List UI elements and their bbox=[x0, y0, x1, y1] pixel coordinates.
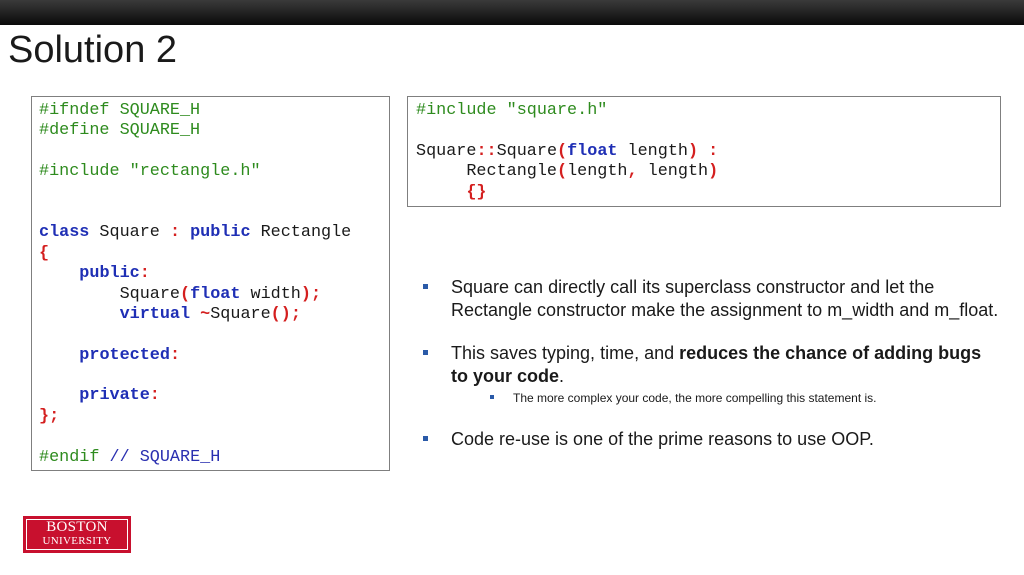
code-line: public: bbox=[39, 264, 389, 284]
code-token: :: bbox=[476, 141, 497, 161]
code-token: ( bbox=[557, 141, 568, 161]
code-token: ) bbox=[687, 141, 699, 161]
code-token: : bbox=[169, 345, 181, 365]
code-token: float bbox=[567, 141, 618, 161]
code-line: class Square : public Rectangle bbox=[39, 223, 389, 243]
code-line: private: bbox=[39, 386, 389, 406]
code-token: length bbox=[637, 162, 709, 182]
logo-line-2: UNIVERSITY bbox=[42, 535, 112, 547]
top-banner bbox=[0, 0, 1024, 25]
code-token: ~ bbox=[190, 304, 211, 324]
code-token: #ifndef SQUARE_H bbox=[39, 101, 201, 120]
code-line: }; bbox=[39, 407, 389, 427]
sub-bullet-text: The more complex your code, the more com… bbox=[513, 391, 877, 405]
code-line: { bbox=[39, 244, 389, 264]
code-token: #endif bbox=[39, 447, 100, 467]
code-token: #include "rectangle.h" bbox=[39, 162, 261, 182]
bullet-text: . bbox=[559, 366, 565, 386]
code-token: {} bbox=[466, 182, 487, 202]
code-line: {} bbox=[416, 183, 1000, 203]
code-line: Rectangle(length, length) bbox=[416, 162, 1000, 182]
sub-bullet-item: The more complex your code, the more com… bbox=[451, 390, 1002, 406]
bullet-text: Code re-use is one of the prime reasons … bbox=[451, 429, 874, 449]
code-token: public bbox=[79, 264, 140, 284]
code-token: protected bbox=[79, 345, 170, 365]
code-token: ); bbox=[300, 284, 322, 304]
code-token: : bbox=[698, 141, 719, 161]
bullet-text: Square can directly call its superclass … bbox=[451, 277, 999, 320]
square-bullet-icon bbox=[423, 284, 428, 289]
code-token: (); bbox=[270, 304, 301, 324]
bullet-item: Code re-use is one of the prime reasons … bbox=[422, 428, 1002, 451]
code-line: #ifndef SQUARE_H bbox=[39, 101, 389, 121]
logo-line-1: BOSTON bbox=[46, 519, 108, 535]
square-bullet-icon bbox=[423, 350, 428, 355]
code-token: Square bbox=[210, 304, 271, 324]
bullet-text: This saves typing, time, and bbox=[451, 343, 680, 363]
code-token: ( bbox=[180, 284, 191, 304]
code-line: Square::Square(float length) : bbox=[416, 142, 1000, 162]
code-token: #include "square.h" bbox=[416, 101, 608, 120]
code-line: #define SQUARE_H bbox=[39, 121, 389, 141]
code-token: width bbox=[240, 284, 301, 304]
code-token: virtual bbox=[119, 304, 191, 324]
code-token: : bbox=[139, 264, 150, 284]
code-token: { bbox=[39, 243, 50, 263]
code-line: #include "square.h" bbox=[416, 101, 1000, 121]
code-token: }; bbox=[39, 406, 60, 426]
code-token: Square bbox=[89, 223, 170, 243]
code-token: class bbox=[39, 223, 90, 243]
code-token: Square bbox=[496, 141, 558, 161]
code-token: private bbox=[79, 386, 150, 406]
square-bullet-icon bbox=[490, 395, 494, 399]
code-token: Rectangle bbox=[250, 223, 352, 243]
code-token: , bbox=[627, 162, 638, 182]
code-token: : bbox=[149, 386, 160, 406]
square-bullet-icon bbox=[423, 436, 428, 441]
code-token: #define SQUARE_H bbox=[39, 121, 201, 141]
code-token: length bbox=[567, 162, 628, 182]
code-line: virtual ~Square(); bbox=[39, 305, 389, 325]
code-token: Square bbox=[119, 284, 181, 304]
code-line: #endif // SQUARE_H bbox=[39, 448, 389, 468]
code-token: length bbox=[617, 141, 688, 161]
code-line: #include "rectangle.h" bbox=[39, 162, 389, 182]
code-token: : bbox=[169, 223, 181, 243]
header-code-box: #ifndef SQUARE_H #define SQUARE_H #include… bbox=[31, 96, 390, 471]
code-line: protected: bbox=[39, 346, 389, 366]
code-token: // SQUARE_H bbox=[99, 447, 221, 467]
code-token: public bbox=[180, 223, 251, 243]
code-line: Square(float width); bbox=[39, 285, 389, 305]
bullet-item: Square can directly call its superclass … bbox=[422, 276, 1002, 322]
slide-title: Solution 2 bbox=[8, 29, 178, 71]
implementation-code-box: #include "square.h" Square::Square(float … bbox=[407, 96, 1001, 207]
code-token: Square bbox=[416, 141, 477, 161]
bullet-list: Square can directly call its superclass … bbox=[422, 276, 1002, 471]
code-token: ( bbox=[557, 162, 568, 182]
code-token: Rectangle bbox=[466, 162, 557, 182]
code-token: ) bbox=[708, 162, 719, 182]
boston-university-logo: BOSTON UNIVERSITY bbox=[23, 516, 131, 553]
bullet-item: This saves typing, time, and reduces the… bbox=[422, 342, 1002, 406]
code-token: float bbox=[190, 284, 241, 304]
